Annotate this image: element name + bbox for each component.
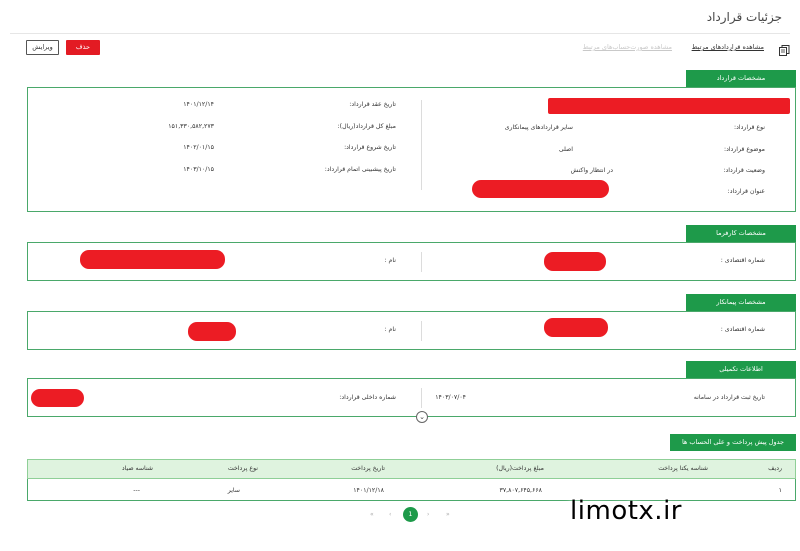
pagination-last[interactable]: » bbox=[446, 511, 450, 518]
extra-section-header: اطلاعات تکمیلی bbox=[686, 361, 796, 378]
contract-type-label: نوع قرارداد: bbox=[734, 124, 765, 131]
pagination-first[interactable]: « bbox=[370, 511, 374, 518]
table-cell: ۱ bbox=[778, 487, 782, 494]
redacted-contract-id bbox=[548, 98, 790, 114]
page-title: جزئیات قرارداد bbox=[706, 10, 782, 24]
table-cell: ۳۷,۸۰۷,۶۴۵,۶۶۸ bbox=[499, 487, 542, 494]
contract-type-value: سایر قراردادهای پیمانکاری bbox=[504, 124, 573, 131]
extra-divider bbox=[421, 388, 422, 408]
contract-date-value: ۱۴۰۱/۱۲/۱۴ bbox=[183, 101, 214, 108]
contract-title-label: عنوان قرارداد: bbox=[727, 188, 765, 195]
table-cell: ۱۴۰۱/۱۲/۱۸ bbox=[353, 487, 384, 494]
redacted-contract-title bbox=[472, 180, 609, 198]
contract-divider bbox=[421, 100, 422, 190]
contract-amount-value: ۱۵۱,۳۳۰,۵۸۲,۲۷۳ bbox=[168, 123, 214, 130]
contract-section-header: مشخصات قرارداد bbox=[686, 70, 796, 87]
column-header: مبلغ پرداخت(ریال) bbox=[496, 465, 544, 472]
column-header: شناسه یکتا پرداخت bbox=[658, 465, 708, 472]
pagination-prev[interactable]: ‹ bbox=[389, 511, 391, 518]
contract-status-label: وضعیت قرارداد: bbox=[723, 167, 765, 174]
contract-subject-value: اصلی bbox=[558, 146, 573, 153]
pagination-current-page[interactable]: 1 bbox=[403, 507, 418, 522]
contractor-divider bbox=[421, 321, 422, 341]
employer-section-header: مشخصات کارفرما bbox=[686, 225, 796, 242]
contract-end-label: تاریخ پیشبینی اتمام قرارداد: bbox=[324, 166, 396, 173]
contractor-economic-label: شماره اقتصادی : bbox=[720, 326, 765, 333]
contract-start-value: ۱۴۰۲/۰۱/۱۵ bbox=[183, 144, 214, 151]
column-header: ردیف bbox=[768, 465, 782, 472]
redacted-employer-name bbox=[80, 250, 225, 269]
contract-end-value: ۱۴۰۳/۱۰/۱۵ bbox=[183, 166, 214, 173]
column-header: تاریخ پرداخت bbox=[351, 465, 385, 472]
contract-amount-label: مبلغ کل قرارداد(ریال): bbox=[337, 123, 396, 130]
column-header: نوع پرداخت bbox=[227, 465, 258, 472]
related-contracts-link[interactable]: مشاهده قراردادهای مرتبط bbox=[692, 43, 764, 51]
extra-box bbox=[27, 378, 796, 417]
pagination-next[interactable]: › bbox=[427, 511, 429, 518]
redacted-contractor-name bbox=[188, 322, 236, 341]
related-invoices-link[interactable]: مشاهده صورت‌حساب‌های مرتبط bbox=[583, 43, 672, 51]
documents-icon[interactable] bbox=[779, 41, 790, 56]
column-header: شناسه صیاد bbox=[121, 465, 153, 472]
employer-name-label: نام : bbox=[384, 257, 397, 264]
contractor-section-header: مشخصات پیمانکار bbox=[686, 294, 796, 311]
contract-subject-label: موضوع قرارداد: bbox=[723, 146, 765, 153]
contractor-box bbox=[27, 311, 796, 350]
redacted-internal-number bbox=[31, 389, 84, 407]
contractor-name-label: نام : bbox=[384, 326, 397, 333]
employer-divider bbox=[421, 252, 422, 272]
edit-button[interactable]: ویرایش bbox=[26, 40, 59, 55]
header-divider bbox=[10, 33, 790, 34]
contract-date-label: تاریخ عقد قرارداد: bbox=[349, 101, 396, 108]
payments-section-header: جدول پیش پرداخت و علی الحساب ها bbox=[670, 434, 796, 451]
contract-status-value: در انتظار واکنش bbox=[570, 167, 613, 174]
redacted-contractor-economic bbox=[544, 318, 608, 337]
table-cell: سایر bbox=[227, 487, 240, 494]
delete-button[interactable]: حذف bbox=[66, 40, 100, 55]
expand-chevron-icon[interactable]: ⌄ bbox=[416, 411, 428, 423]
table-cell: --- bbox=[133, 487, 140, 494]
registration-date-label: تاریخ ثبت قرارداد در سامانه bbox=[693, 394, 765, 401]
employer-economic-label: شماره اقتصادی : bbox=[720, 257, 765, 264]
contract-start-label: تاریخ شروع قرارداد: bbox=[344, 144, 396, 151]
watermark-text: limotx.ir bbox=[570, 496, 682, 526]
registration-date-value: ۱۴۰۳/۰۷/۰۴ bbox=[435, 394, 466, 401]
redacted-employer-economic bbox=[544, 252, 606, 271]
internal-number-label: شماره داخلی قرارداد: bbox=[339, 394, 396, 401]
